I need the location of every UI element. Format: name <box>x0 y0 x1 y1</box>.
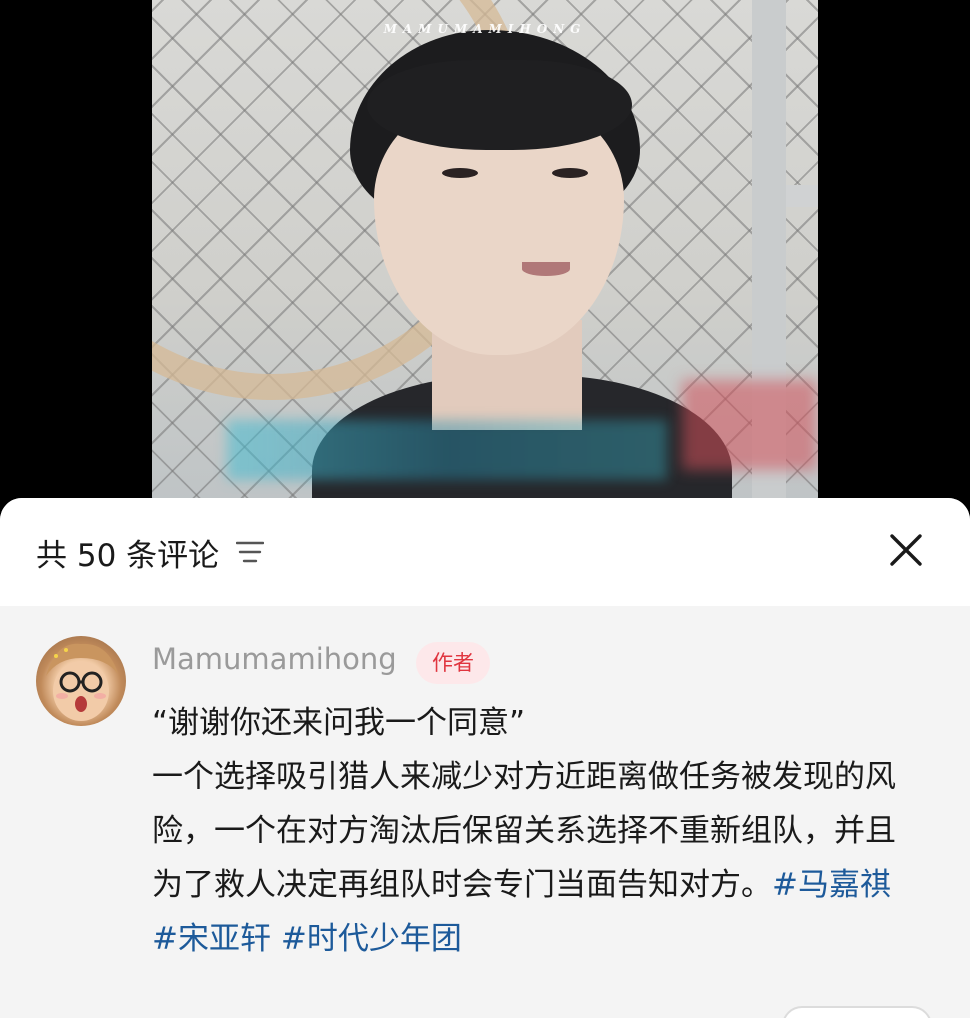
background-pole-bracket <box>786 185 818 207</box>
blurred-subtitle <box>227 420 667 480</box>
sort-lines-icon[interactable] <box>235 540 265 564</box>
close-button[interactable] <box>884 528 928 572</box>
reply-chip-partial[interactable] <box>782 1006 932 1018</box>
person-fringe <box>367 60 632 150</box>
video-frame[interactable]: MAMUMAMIHONG <box>152 0 818 500</box>
comment-count-title: 共 50 条评论 <box>36 538 220 574</box>
sheet-header: 共 50 条评论 <box>0 498 970 606</box>
person-eye-left <box>442 168 478 178</box>
comment-item: Mamumamihong 作者 “谢谢你还来问我一个同意” 一个选择吸引猎人来减… <box>0 606 970 1018</box>
hashtag-link[interactable]: #时代少年团 <box>281 921 462 957</box>
blurred-logo <box>682 380 817 470</box>
video-watermark: MAMUMAMIHONG <box>383 22 587 36</box>
person-mouth <box>522 262 570 276</box>
author-badge: 作者 <box>416 642 490 684</box>
close-icon <box>890 534 922 566</box>
comment-text: “谢谢你还来问我一个同意” 一个选择吸引猎人来减少对方近距离做任务被发现的风险，… <box>152 696 912 966</box>
comment-sheet: 共 50 条评论 Mamumamihong 作者 “谢谢你还来问我一个同意” 一… <box>0 498 970 1018</box>
avatar[interactable] <box>36 636 126 726</box>
person-eye-right <box>552 168 588 178</box>
hashtag-link[interactable]: #马嘉祺 <box>772 867 891 903</box>
hashtag-link[interactable]: #宋亚轩 <box>152 921 271 957</box>
comment-quote-line: “谢谢你还来问我一个同意” <box>152 705 526 741</box>
video-area[interactable]: MAMUMAMIHONG <box>0 0 970 520</box>
username[interactable]: Mamumamihong <box>152 642 397 676</box>
